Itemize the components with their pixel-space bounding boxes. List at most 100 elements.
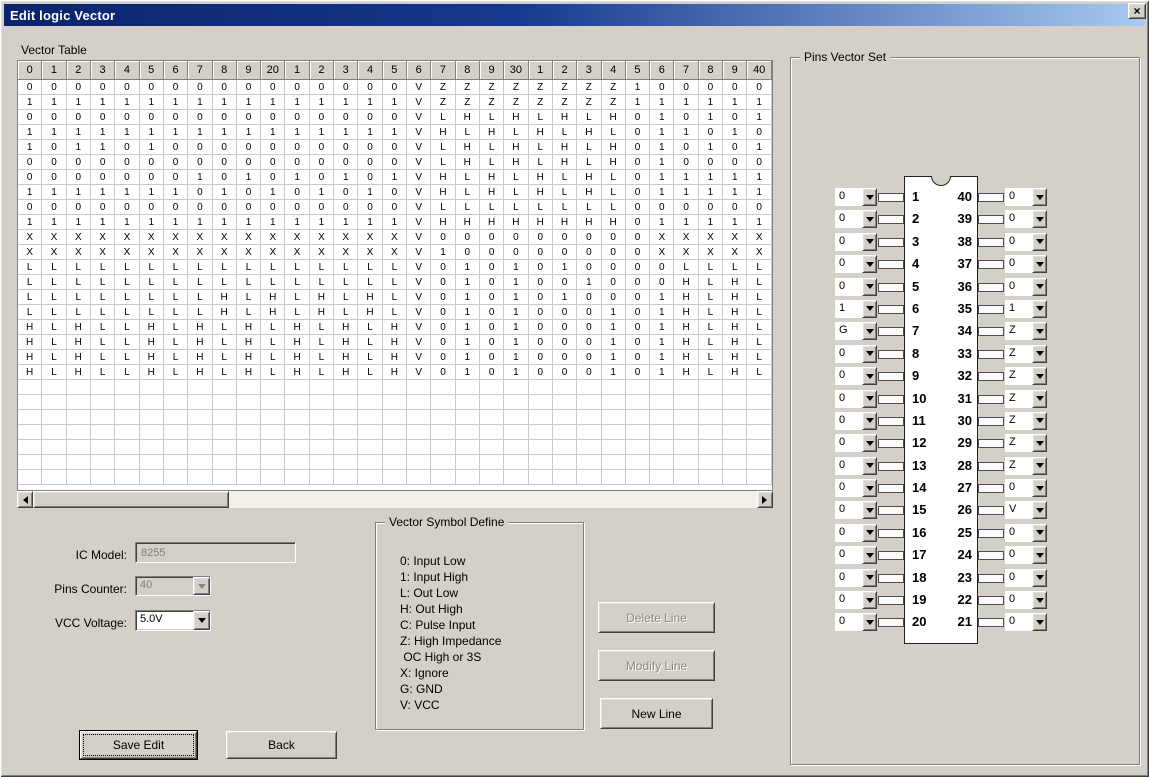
vector-cell[interactable]: L [188,275,212,290]
vector-cell[interactable]: 0 [699,200,723,215]
vector-cell[interactable]: L [334,275,358,290]
table-row[interactable]: HLHLLHLHLHLHLHLHV0101000101HLHL [18,320,772,335]
vector-cell[interactable]: 1 [456,305,480,320]
vector-cell[interactable]: 0 [674,110,698,125]
vector-cell[interactable]: 0 [529,365,553,380]
vector-cell[interactable]: 0 [91,200,115,215]
table-row[interactable]: 0000000000000000VLHLHLHLH010000 [18,155,772,170]
chevron-down-icon[interactable] [1032,390,1047,408]
vector-cell[interactable]: L [91,320,115,335]
pin-17-select[interactable]: 0 [835,546,877,564]
vector-cell[interactable]: L [747,320,772,335]
vector-cell[interactable]: 0 [310,200,334,215]
vector-cell[interactable]: 0 [383,155,407,170]
vector-cell[interactable]: L [529,155,553,170]
pin-4-select[interactable]: 0 [835,255,877,273]
vector-cell[interactable]: H [480,185,504,200]
vector-cell[interactable]: H [602,215,626,230]
pin-15-select[interactable]: 0 [835,501,877,519]
vector-cell[interactable]: 0 [431,305,455,320]
chevron-down-icon[interactable] [1032,457,1047,475]
vector-cell[interactable]: X [334,245,358,260]
pin-22-select[interactable]: 0 [1005,591,1047,609]
vector-cell[interactable]: 1 [456,290,480,305]
vector-cell[interactable]: X [213,245,237,260]
vector-cell[interactable]: 0 [140,110,164,125]
vector-cell[interactable]: H [237,335,261,350]
vector-cell[interactable]: X [358,230,382,245]
vector-cell[interactable]: 1 [358,95,382,110]
new-line-button[interactable]: New Line [600,698,713,729]
vector-cell[interactable]: 1 [237,215,261,230]
vector-cell[interactable]: 1 [18,185,42,200]
ic-model-input[interactable]: 8255 [135,542,296,563]
vector-cell[interactable]: 0 [237,110,261,125]
vector-cell[interactable]: H [431,170,455,185]
vector-cell[interactable]: 1 [650,155,674,170]
vector-cell[interactable]: 0 [237,140,261,155]
vector-cell[interactable]: V [407,155,431,170]
vector-cell[interactable]: 1 [723,215,747,230]
vector-cell[interactable]: 1 [42,125,66,140]
chevron-down-icon[interactable] [862,613,877,631]
pin-24-select[interactable]: 0 [1005,546,1047,564]
vector-cell[interactable]: V [407,365,431,380]
vector-cell[interactable]: 0 [626,215,650,230]
vector-cell[interactable]: 1 [723,125,747,140]
pin-35-select[interactable]: 1 [1005,300,1047,318]
vector-cell[interactable]: V [407,170,431,185]
vector-cell[interactable]: 0 [213,155,237,170]
chevron-down-icon[interactable] [1032,278,1047,296]
vector-cell[interactable]: 1 [334,170,358,185]
vector-cell[interactable]: 1 [456,275,480,290]
vector-cell[interactable]: L [358,275,382,290]
pin-32-select[interactable]: Z [1005,367,1047,385]
vector-cell[interactable]: L [577,110,601,125]
vector-cell[interactable]: 0 [237,80,261,95]
vector-cell[interactable]: 1 [747,215,772,230]
vector-cell[interactable]: H [334,350,358,365]
vector-cell[interactable]: 1 [383,170,407,185]
vector-cell[interactable]: L [334,260,358,275]
vector-cell[interactable]: H [456,155,480,170]
chevron-down-icon[interactable] [1032,501,1047,519]
vector-cell[interactable]: L [553,125,577,140]
vector-cell[interactable]: L [504,170,528,185]
vector-cell[interactable]: 0 [480,320,504,335]
vector-cell[interactable]: L [164,365,188,380]
vector-cell[interactable]: 0 [553,275,577,290]
vector-cell[interactable]: 0 [723,110,747,125]
vector-cell[interactable]: 0 [188,185,212,200]
vector-cell[interactable]: V [407,335,431,350]
vector-cell[interactable]: H [553,140,577,155]
vector-cell[interactable]: 0 [504,230,528,245]
vector-cell[interactable]: 0 [67,155,91,170]
vector-cell[interactable]: 0 [42,155,66,170]
vector-cell[interactable]: V [407,290,431,305]
vector-cell[interactable]: L [747,260,772,275]
pin-16-select[interactable]: 0 [835,524,877,542]
vector-cell[interactable]: 0 [91,110,115,125]
vector-cell[interactable]: 0 [261,155,285,170]
vector-cell[interactable]: 0 [213,170,237,185]
pin-21-select[interactable]: 0 [1005,613,1047,631]
vector-cell[interactable]: H [383,335,407,350]
pin-38-select[interactable]: 0 [1005,233,1047,251]
vector-cell[interactable]: 1 [67,95,91,110]
vector-cell[interactable]: 0 [480,275,504,290]
vector-cell[interactable]: 1 [650,110,674,125]
vector-cell[interactable]: 1 [164,125,188,140]
vector-cell[interactable]: L [237,305,261,320]
vector-cell[interactable]: L [285,290,309,305]
vector-cell[interactable]: L [261,320,285,335]
pin-1-select[interactable]: 0 [835,188,877,206]
vector-cell[interactable]: 0 [431,275,455,290]
vector-cell[interactable]: 0 [115,80,139,95]
vector-cell[interactable]: 0 [553,305,577,320]
table-row[interactable]: LLLLLLLLHLHLHLHLV0101000101HLHL [18,305,772,320]
close-button[interactable]: × [1128,3,1146,19]
pin-33-select[interactable]: Z [1005,345,1047,363]
chevron-down-icon[interactable] [1032,434,1047,452]
vector-cell[interactable]: H [674,350,698,365]
vector-cell[interactable]: L [747,350,772,365]
